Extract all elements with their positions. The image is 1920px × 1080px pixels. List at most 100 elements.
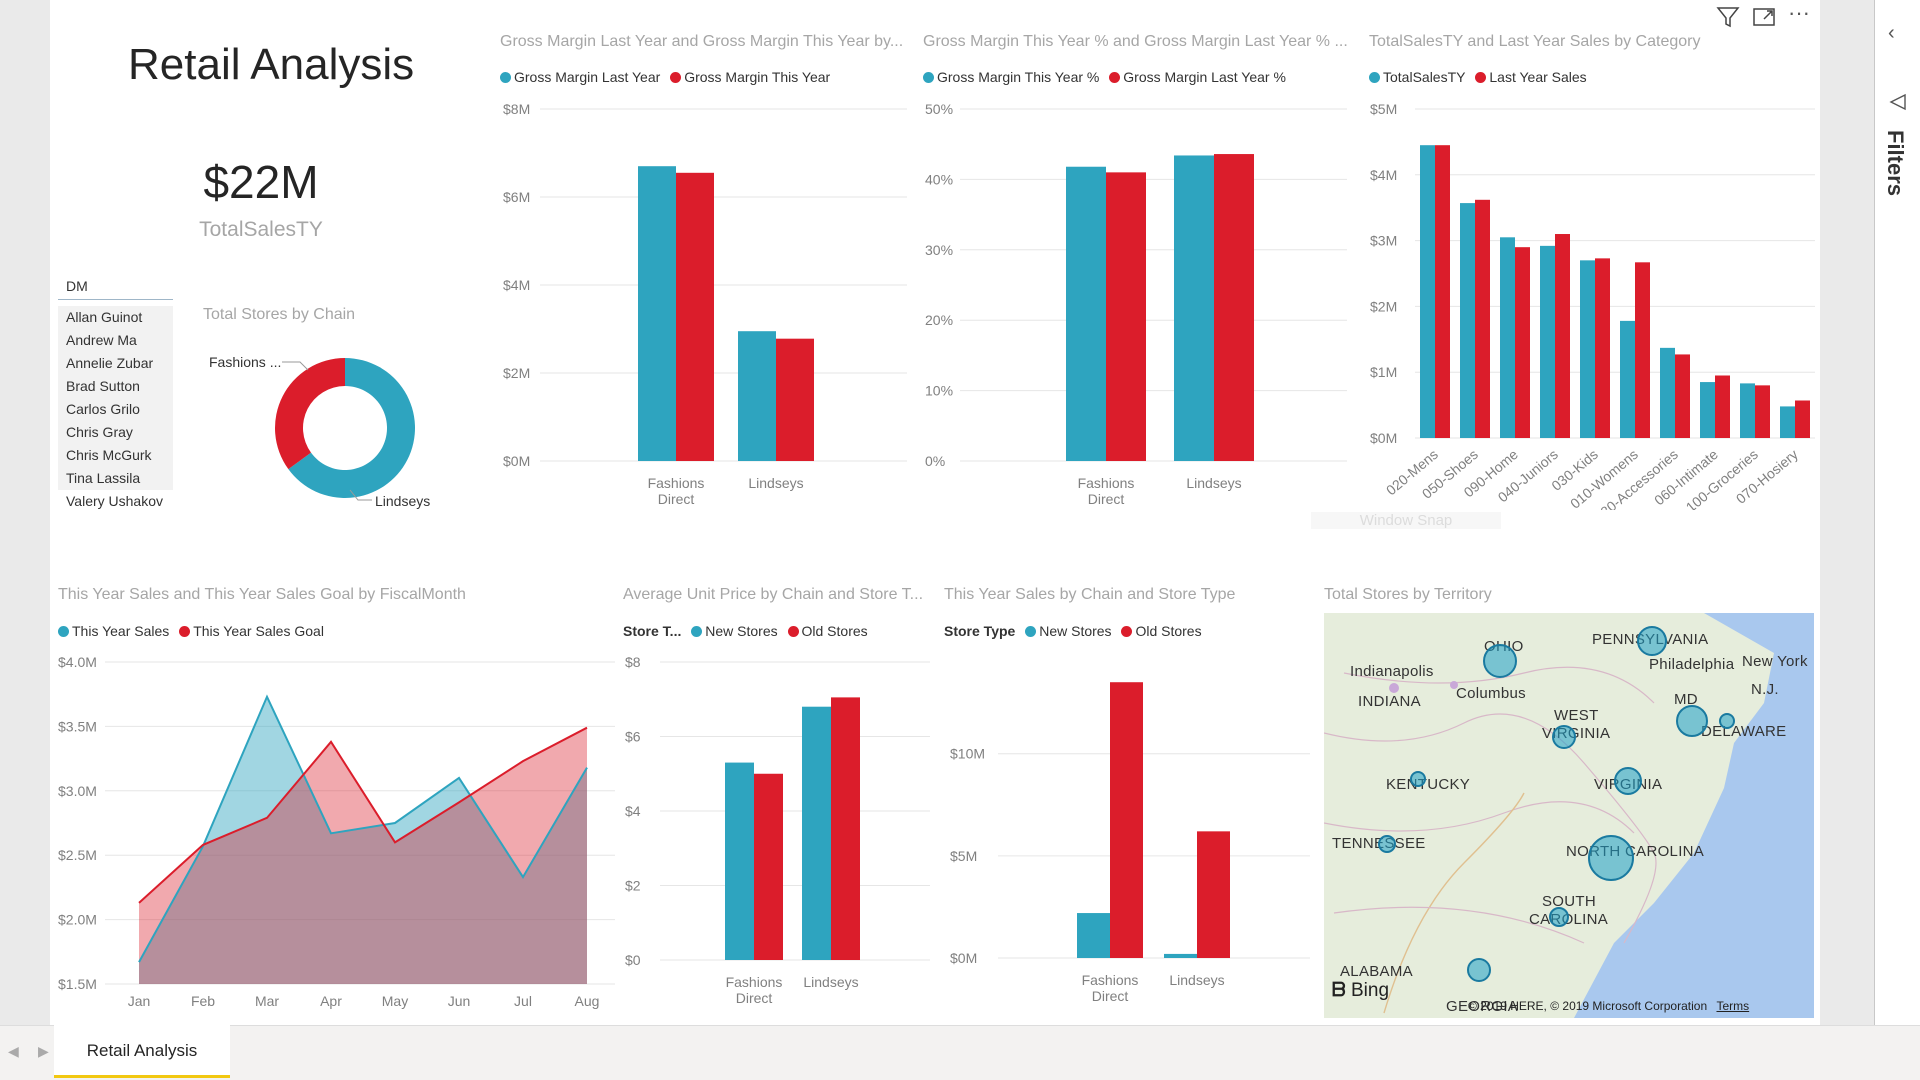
map-label: ALABAMA xyxy=(1340,963,1413,980)
slicer-item[interactable]: Allan Guinot xyxy=(58,306,173,329)
x-tick-label: Fashions xyxy=(648,475,705,491)
y-tick-label: $2M xyxy=(503,365,530,381)
x-tick-label: Jun xyxy=(448,993,471,1009)
y-tick-label: 0% xyxy=(925,453,945,469)
bar xyxy=(1580,260,1595,438)
donut-chart[interactable]: Fashions ... Lindseys xyxy=(200,340,460,520)
next-page-icon[interactable]: ▶ xyxy=(38,1043,49,1060)
collapse-pane-icon[interactable]: ‹ xyxy=(1888,22,1895,45)
gm-chart[interactable]: $0M $2M $4M $6M $8M FashionsDirect Lindseys xyxy=(495,90,915,510)
gmpct-legend: Gross Margin This Year % Gross Margin La… xyxy=(923,69,1292,85)
legend-label: Last Year Sales xyxy=(1489,69,1587,85)
bar xyxy=(1660,347,1675,438)
bar xyxy=(1214,154,1254,461)
donut-title: Total Stores by Chain xyxy=(203,306,356,323)
tab-retail-analysis[interactable]: Retail Analysis xyxy=(54,1025,230,1078)
bar xyxy=(831,697,860,960)
bar xyxy=(1420,145,1435,438)
y-tick-label: $6M xyxy=(503,189,530,205)
legend-dot xyxy=(1121,626,1133,637)
map-title: Total Stores by Territory xyxy=(1324,586,1492,603)
x-tick-label: Direct xyxy=(658,491,695,507)
prev-page-icon[interactable]: ◀ xyxy=(8,1043,19,1060)
tys-chart[interactable]: $0M $5M $10M FashionsDirect Lindseys xyxy=(938,645,1318,1020)
cat-chart[interactable]: $0M$1M$2M$3M$4M$5M020-Mens050-Shoes090-H… xyxy=(1360,90,1820,510)
y-tick-label: $10M xyxy=(950,746,985,762)
map-label: DELAWARE xyxy=(1701,723,1787,740)
legend-title: Store Type xyxy=(944,623,1016,639)
x-tick-label: Jul xyxy=(514,993,532,1009)
map-bubble[interactable] xyxy=(1637,626,1667,656)
filter-pane-icon xyxy=(1888,92,1908,117)
y-tick-label: $2 xyxy=(625,878,641,894)
y-tick-label: $2.5M xyxy=(58,847,97,863)
focus-mode-icon[interactable] xyxy=(1752,6,1776,34)
x-tick-label: Lindseys xyxy=(1169,972,1224,988)
terms-link[interactable]: Terms xyxy=(1716,999,1749,1013)
aup-title: Average Unit Price by Chain and Store T.… xyxy=(623,586,924,603)
map-bubble[interactable] xyxy=(1378,835,1396,853)
x-tick-label: Aug xyxy=(575,993,600,1009)
y-tick-label: $4.0M xyxy=(58,654,97,670)
map-bubble[interactable] xyxy=(1614,767,1642,795)
x-tick-label: Jan xyxy=(128,993,151,1009)
map-bubble[interactable] xyxy=(1410,771,1426,787)
bing-logo: ᗷ Bing xyxy=(1332,980,1389,1002)
slicer-item[interactable]: Brad Sutton xyxy=(58,375,173,398)
y-tick-label: $0M xyxy=(950,950,977,966)
bar xyxy=(1555,234,1570,438)
y-tick-label: $6 xyxy=(625,729,641,745)
report-title: Retail Analysis xyxy=(128,40,415,89)
bar xyxy=(1635,262,1650,438)
bar xyxy=(1500,237,1515,438)
aup-chart[interactable]: $0 $2 $4 $6 $8 FashionsDirect Lindseys xyxy=(615,645,935,1020)
slicer-item[interactable]: Andrew Ma xyxy=(58,329,173,352)
y-tick-label: 50% xyxy=(925,101,953,117)
territory-map[interactable]: OHIO Indianapolis INDIANA Columbus PENNS… xyxy=(1324,613,1814,1018)
legend-label: Gross Margin This Year xyxy=(684,69,831,85)
gmpct-chart[interactable]: 0% 10% 20% 30% 40% 50% FashionsDirect Lindseys xyxy=(915,90,1355,510)
bar xyxy=(1595,258,1610,438)
x-tick-label: Direct xyxy=(1092,988,1129,1004)
bar xyxy=(1620,320,1635,438)
bar xyxy=(1460,203,1475,438)
x-tick-label: Feb xyxy=(191,993,215,1009)
bar xyxy=(1700,382,1715,438)
slicer-item[interactable]: Tina Lassila xyxy=(58,467,173,490)
slicer-item[interactable]: Chris McGurk xyxy=(58,444,173,467)
x-tick-label: Lindseys xyxy=(748,475,803,491)
slicer-item[interactable]: Carlos Grilo xyxy=(58,398,173,421)
slicer-item[interactable]: Annelie Zubar xyxy=(58,352,173,375)
legend-label: This Year Sales xyxy=(72,623,170,639)
map-bubble[interactable] xyxy=(1719,713,1735,729)
slicer-item[interactable]: Valery Ushakov xyxy=(58,490,173,513)
gm-title: Gross Margin Last Year and Gross Margin … xyxy=(500,33,904,50)
map-bubble[interactable] xyxy=(1588,835,1634,881)
kpi-label: TotalSalesTY xyxy=(199,218,323,241)
map-bubble[interactable] xyxy=(1467,958,1491,982)
map-label: New York xyxy=(1742,653,1808,670)
legend-label: Old Stores xyxy=(1135,623,1202,639)
bar xyxy=(1540,245,1555,438)
area-chart[interactable]: $1.5M $2.0M $2.5M $3.0M $3.5M $4.0M Jan Feb Mar A… xyxy=(50,645,620,1020)
more-options-icon[interactable]: ··· xyxy=(1788,0,1810,26)
map-bubble[interactable] xyxy=(1483,644,1517,678)
filter-icon[interactable] xyxy=(1716,6,1740,34)
x-tick-label: Direct xyxy=(736,990,773,1006)
map-bubble[interactable] xyxy=(1552,725,1576,749)
y-tick-label: $0M xyxy=(503,453,530,469)
map-bubble[interactable] xyxy=(1549,907,1569,927)
map-bubble[interactable] xyxy=(1676,705,1708,737)
map-label: KENTUCKY xyxy=(1386,776,1471,793)
legend-dot xyxy=(1369,72,1380,83)
slicer-header: DM xyxy=(58,274,173,300)
y-tick-label: $0M xyxy=(1370,430,1397,446)
tys-title: This Year Sales by Chain and Store Type xyxy=(944,586,1236,603)
slicer-item[interactable]: Chris Gray xyxy=(58,421,173,444)
bar xyxy=(1795,400,1810,438)
x-tick-label: Fashions xyxy=(726,974,783,990)
legend-dot xyxy=(500,72,511,83)
aup-legend: Store T... New Stores Old Stores xyxy=(623,623,874,639)
y-tick-label: 10% xyxy=(925,383,953,399)
y-tick-label: $4M xyxy=(1370,167,1397,183)
